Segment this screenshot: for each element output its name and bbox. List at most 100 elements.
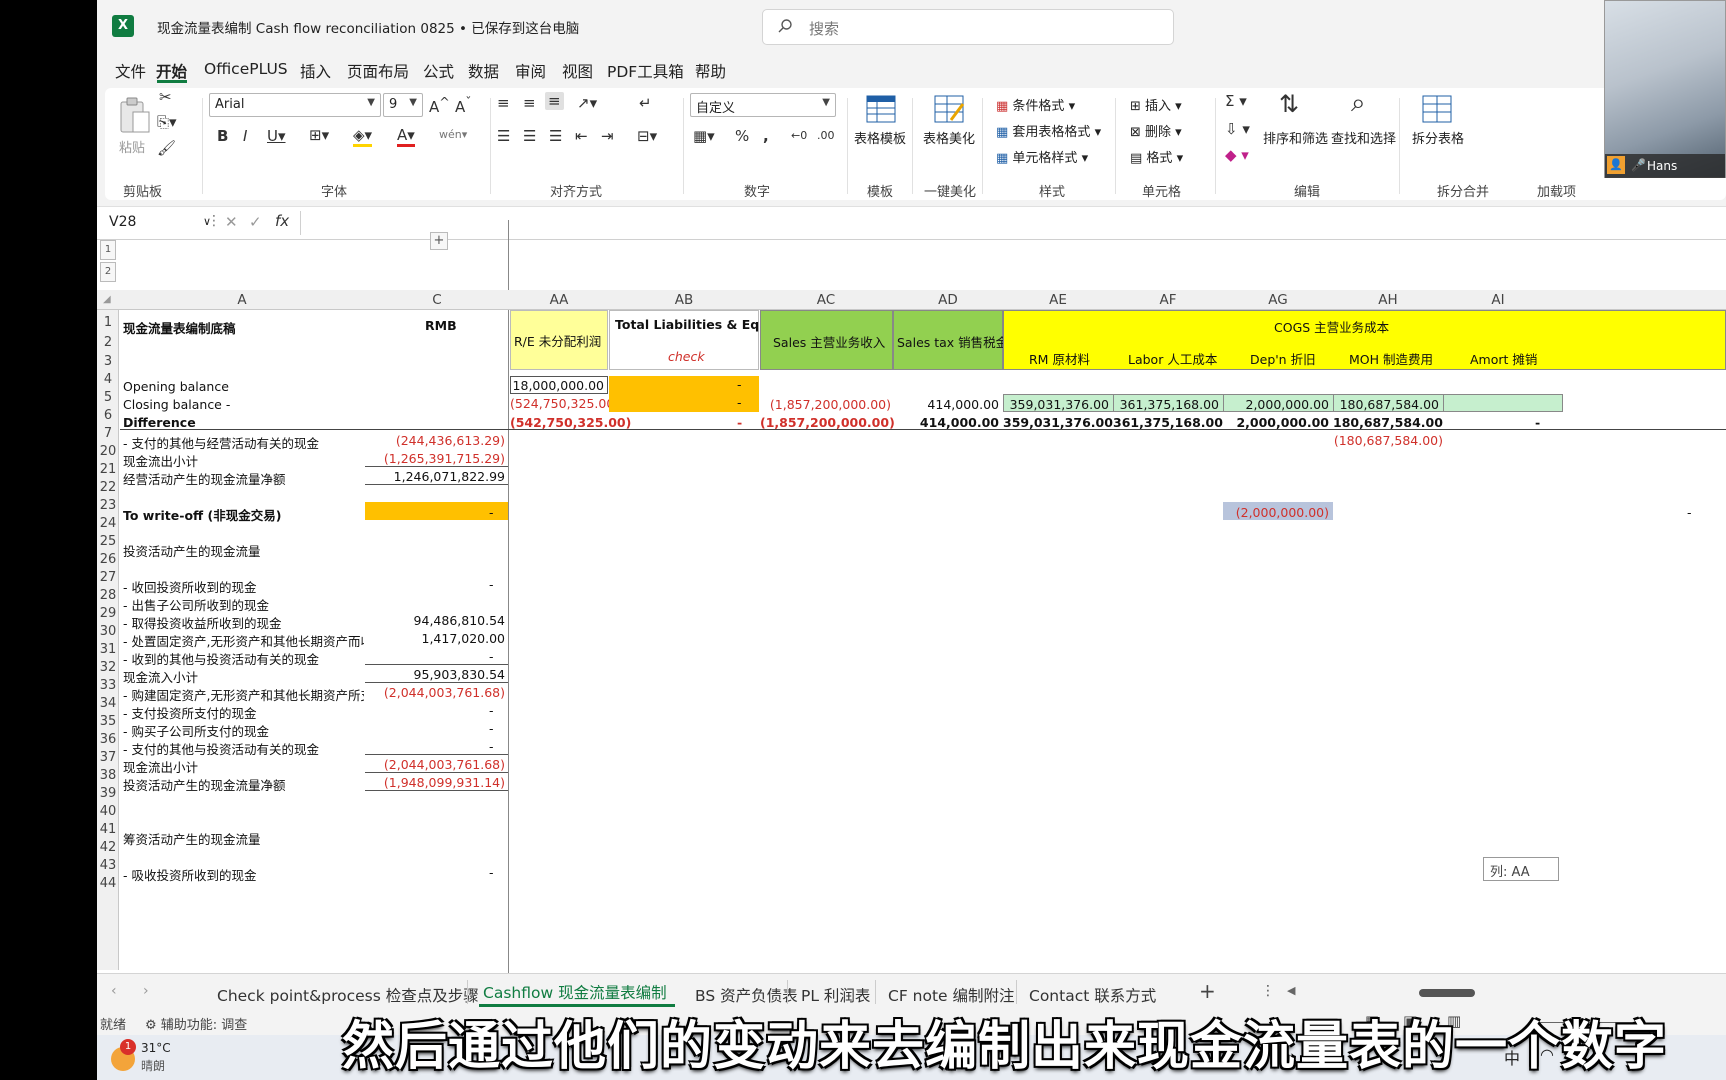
col-header-c[interactable]: C bbox=[365, 292, 509, 308]
row-number[interactable]: 44 bbox=[97, 876, 119, 891]
col-header-ad[interactable]: AD bbox=[893, 292, 1003, 308]
clear-icon[interactable]: ◆ ▾ bbox=[1225, 146, 1249, 164]
enter-icon[interactable]: ✓ bbox=[249, 213, 262, 231]
increase-indent-icon[interactable]: ⇥ bbox=[601, 127, 614, 145]
fill-color-icon[interactable]: ◈▾ bbox=[353, 126, 373, 147]
paste-icon[interactable] bbox=[117, 96, 153, 136]
row-number[interactable]: 38 bbox=[97, 768, 119, 783]
decrease-indent-icon[interactable]: ⇤ bbox=[575, 127, 588, 145]
menu-pdf-tools[interactable]: PDF工具箱 bbox=[607, 60, 684, 82]
row-number[interactable]: 42 bbox=[97, 840, 119, 855]
hscroll-left-icon[interactable]: ◀ bbox=[1287, 984, 1295, 997]
bold-icon[interactable]: B bbox=[217, 127, 228, 145]
conditional-format-button[interactable]: ▦ 条件格式 ▾ bbox=[996, 95, 1075, 114]
increase-font-icon[interactable]: A^ bbox=[429, 94, 450, 116]
row-number[interactable]: 30 bbox=[97, 624, 119, 639]
accessibility-status[interactable]: ⚙ 辅助功能: 调查 bbox=[145, 1014, 247, 1033]
row-number[interactable]: 26 bbox=[97, 552, 119, 567]
cut-icon[interactable]: ✂ bbox=[159, 88, 172, 106]
align-right-icon[interactable]: ☰ bbox=[549, 127, 562, 145]
increase-decimal-icon[interactable]: ←0 bbox=[791, 129, 807, 142]
row-number[interactable]: 31 bbox=[97, 642, 119, 657]
menu-file[interactable]: 文件 bbox=[115, 60, 146, 82]
copy-icon[interactable]: ⎘▾ bbox=[157, 113, 177, 131]
italic-icon[interactable]: I bbox=[243, 127, 247, 145]
row-number[interactable]: 40 bbox=[97, 804, 119, 819]
percent-icon[interactable]: % bbox=[735, 127, 749, 145]
outline-level-2[interactable]: 2 bbox=[100, 262, 116, 282]
row-number[interactable]: 3 bbox=[97, 354, 119, 369]
autosum-icon[interactable]: Σ ▾ bbox=[1225, 92, 1247, 110]
menu-officeplus[interactable]: OfficePLUS bbox=[204, 60, 288, 78]
row-number[interactable]: 41 bbox=[97, 822, 119, 837]
select-all-icon[interactable]: ◢ bbox=[103, 294, 111, 305]
row-number[interactable]: 7 bbox=[97, 426, 119, 441]
menu-help[interactable]: 帮助 bbox=[695, 60, 726, 82]
phonetic-icon[interactable]: wén▾ bbox=[439, 128, 467, 141]
split-table-icon[interactable] bbox=[1421, 94, 1453, 124]
row-number[interactable]: 20 bbox=[97, 444, 119, 459]
col-header-af[interactable]: AF bbox=[1113, 292, 1223, 308]
row-number[interactable]: 2 bbox=[97, 335, 119, 350]
tab-scroll-left-icon[interactable]: ‹ bbox=[111, 983, 117, 999]
worksheet-grid[interactable]: 1 2 + ◢ A C AA AB AC AD AE AF AG AH AI 1… bbox=[97, 220, 1726, 973]
accounting-format-icon[interactable]: ▦▾ bbox=[693, 127, 715, 145]
tab-cashflow[interactable]: Cashflow 现金流量表编制 bbox=[483, 981, 667, 1003]
number-format-combo[interactable]: 自定义 ▼ bbox=[690, 93, 836, 117]
col-header-ab[interactable]: AB bbox=[609, 292, 759, 308]
align-top-icon[interactable]: ≡ bbox=[497, 94, 510, 112]
table-template-icon[interactable] bbox=[865, 94, 897, 124]
align-left-icon[interactable]: ☰ bbox=[497, 127, 510, 145]
row-number[interactable]: 5 bbox=[97, 390, 119, 405]
expand-group-icon[interactable]: + bbox=[430, 232, 448, 250]
align-bottom-icon[interactable]: ≡ bbox=[545, 92, 564, 110]
col-header-ac[interactable]: AC bbox=[759, 292, 893, 308]
row-number[interactable]: 29 bbox=[97, 606, 119, 621]
col-header-ai[interactable]: AI bbox=[1443, 292, 1553, 308]
wrap-text-icon[interactable]: ↵ bbox=[639, 94, 652, 112]
row-number[interactable]: 32 bbox=[97, 660, 119, 675]
col-header-ah[interactable]: AH bbox=[1333, 292, 1443, 308]
format-cells-button[interactable]: ▤ 格式 ▾ bbox=[1130, 147, 1183, 166]
orientation-icon[interactable]: ↗▾ bbox=[577, 94, 597, 112]
row-number[interactable]: 33 bbox=[97, 678, 119, 693]
merge-center-icon[interactable]: ⊟▾ bbox=[637, 127, 657, 145]
row-number[interactable]: 4 bbox=[97, 372, 119, 387]
insert-cells-button[interactable]: ⊞ 插入 ▾ bbox=[1130, 95, 1182, 114]
align-middle-icon[interactable]: ≡ bbox=[523, 94, 536, 112]
sort-filter-icon[interactable]: ⇅ bbox=[1279, 90, 1299, 118]
row-number[interactable]: 39 bbox=[97, 786, 119, 801]
row-number[interactable]: 34 bbox=[97, 696, 119, 711]
more-sheets-icon[interactable]: ⋮ bbox=[1261, 983, 1275, 999]
format-painter-icon[interactable]: 🖌 bbox=[157, 139, 176, 157]
row-number[interactable]: 36 bbox=[97, 732, 119, 747]
menu-insert[interactable]: 插入 bbox=[300, 60, 331, 82]
fill-icon[interactable]: ⇩ ▾ bbox=[1225, 120, 1250, 138]
decrease-decimal-icon[interactable]: .00 bbox=[817, 129, 835, 142]
tab-bs[interactable]: BS 资产负债表 bbox=[695, 984, 798, 1006]
insert-function-icon[interactable]: fx bbox=[275, 212, 289, 230]
menu-formulas[interactable]: 公式 bbox=[423, 60, 454, 82]
menu-review[interactable]: 审阅 bbox=[515, 60, 546, 82]
font-name-combo[interactable]: Arial ▼ bbox=[209, 93, 381, 117]
decrease-font-icon[interactable]: Aˇ bbox=[455, 94, 472, 116]
find-select-icon[interactable]: ⌕ bbox=[1351, 88, 1366, 119]
row-number[interactable]: 22 bbox=[97, 480, 119, 495]
underline-icon[interactable]: U▾ bbox=[267, 127, 286, 145]
font-size-combo[interactable]: 9 ▼ bbox=[383, 93, 423, 117]
tab-pl[interactable]: PL 利润表 bbox=[801, 984, 870, 1006]
row-number[interactable]: 1 bbox=[97, 315, 119, 330]
horizontal-scrollbar-thumb[interactable] bbox=[1419, 989, 1475, 997]
align-center-icon[interactable]: ☰ bbox=[523, 127, 536, 145]
outline-level-1[interactable]: 1 bbox=[100, 240, 116, 260]
comma-style-icon[interactable]: , bbox=[763, 127, 769, 145]
table-beautify-icon[interactable] bbox=[933, 94, 965, 124]
row-number[interactable]: 24 bbox=[97, 516, 119, 531]
row-number[interactable]: 28 bbox=[97, 588, 119, 603]
col-header-ag[interactable]: AG bbox=[1223, 292, 1333, 308]
find-select-label[interactable]: 查找和选择 bbox=[1331, 128, 1396, 147]
menu-page-layout[interactable]: 页面布局 bbox=[347, 60, 409, 82]
menu-view[interactable]: 视图 bbox=[562, 60, 593, 82]
col-header-aa[interactable]: AA bbox=[509, 292, 609, 308]
row-number[interactable]: 25 bbox=[97, 534, 119, 549]
